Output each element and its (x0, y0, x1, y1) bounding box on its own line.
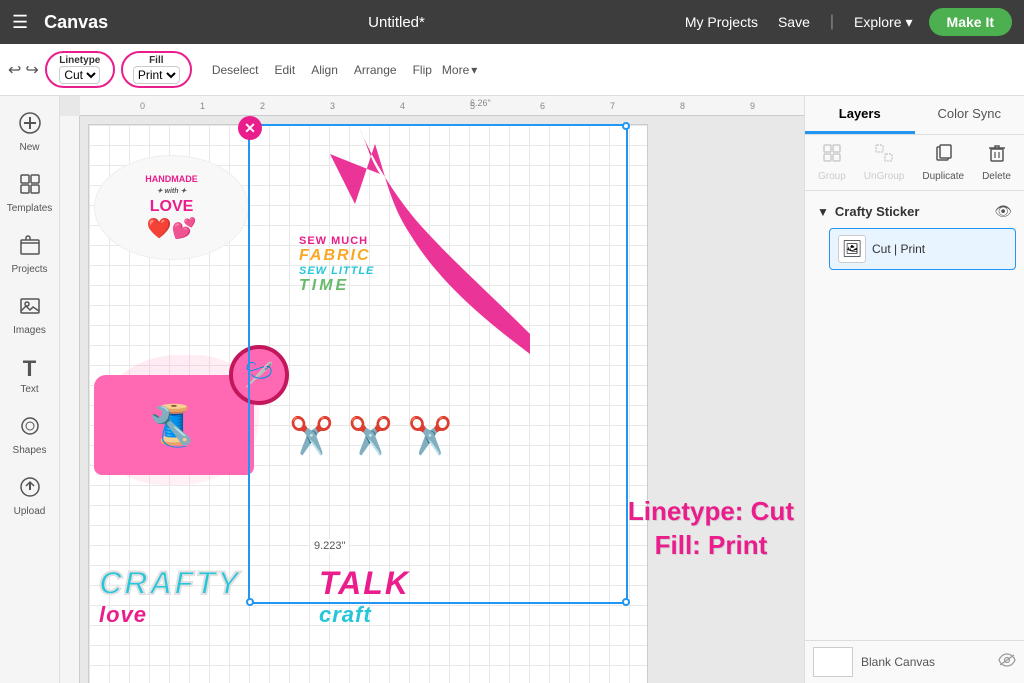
upload-icon (19, 476, 41, 504)
blank-canvas-visibility-icon[interactable] (998, 653, 1016, 672)
arrange-button[interactable]: Arrange (348, 61, 403, 79)
make-it-button[interactable]: Make It (929, 8, 1012, 36)
my-projects-link[interactable]: My Projects (685, 14, 758, 30)
save-link[interactable]: Save (778, 14, 810, 30)
linetype-select[interactable]: Cut (59, 66, 100, 84)
linetype-label: Linetype (59, 55, 100, 66)
sidebar-item-images[interactable]: Images (3, 287, 57, 344)
top-bar: ☰ Canvas Untitled* My Projects Save | Ex… (0, 0, 1024, 44)
dimension-label: 9.223" (310, 539, 349, 553)
sidebar-item-shapes-label: Shapes (13, 445, 47, 456)
sidebar-item-projects[interactable]: Projects (3, 226, 57, 283)
sidebar-item-projects-label: Projects (11, 264, 47, 275)
thread-spool: 🪡 (229, 345, 289, 405)
duplicate-icon (933, 143, 953, 169)
group-label: Group (818, 171, 846, 182)
deselect-button[interactable]: Deselect (206, 61, 265, 79)
fill-label: Fill (149, 55, 163, 66)
align-button[interactable]: Align (305, 61, 344, 79)
sidebar-item-templates[interactable]: Templates (3, 165, 57, 222)
ungroup-icon (874, 143, 894, 169)
tab-layers[interactable]: Layers (805, 96, 915, 134)
shapes-icon (19, 415, 41, 443)
fill-select[interactable]: Print (133, 66, 180, 84)
layer-group-visibility-icon[interactable]: 👁 (994, 203, 1012, 220)
sidebar-item-shapes[interactable]: Shapes (3, 407, 57, 464)
delete-label: Delete (982, 171, 1011, 182)
sidebar-item-new[interactable]: New (3, 104, 57, 161)
annotation-line2: Fill: Print (628, 529, 794, 563)
separator: | (830, 13, 834, 31)
text-icon: T (23, 356, 36, 382)
nav-links: My Projects Save | Explore ▾ (685, 13, 913, 31)
linetype-selector[interactable]: Linetype Cut (45, 51, 115, 88)
left-sidebar: New Templates Projects Images T Text (0, 96, 60, 683)
glue-gun: 🔧 (149, 405, 194, 447)
templates-icon (19, 173, 41, 201)
scissors-group: ✂️ ✂️ ✂️ (289, 415, 452, 457)
images-icon (19, 295, 41, 323)
sidebar-item-new-label: New (19, 142, 39, 153)
ungroup-label: UnGroup (864, 171, 905, 182)
annotation-text: Linetype: Cut Fill: Print (628, 495, 794, 563)
sidebar-item-upload-label: Upload (14, 506, 46, 517)
explore-button[interactable]: Explore ▾ (854, 14, 913, 31)
canvas-area[interactable]: 0 1 2 3 4 5 6 6.26" 7 8 9 HANDMADE✦ with… (60, 96, 804, 683)
layer-group-crafty-sticker[interactable]: ▼ Crafty Sticker 👁 (813, 199, 1016, 224)
flip-button[interactable]: Flip (407, 61, 438, 79)
blank-canvas-label: Blank Canvas (861, 655, 935, 669)
handmade-sticker: HANDMADE✦ with ✦LOVE ❤️💕 (94, 155, 249, 260)
vertical-ruler (60, 116, 80, 683)
bottom-bar: Blank Canvas (805, 640, 1024, 683)
canvas-paper: HANDMADE✦ with ✦LOVE ❤️💕 🧵 🪡 🔧 ✂️ ✂️ ✂️ (88, 124, 648, 683)
sidebar-item-text[interactable]: T Text (3, 348, 57, 403)
fill-selector[interactable]: Fill Print (121, 51, 192, 88)
new-icon (19, 112, 41, 140)
horizontal-ruler: 0 1 2 3 4 5 6 6.26" 7 8 9 (80, 96, 804, 116)
menu-icon[interactable]: ☰ (12, 12, 28, 33)
redo-button[interactable]: ↪ (25, 60, 38, 80)
undo-button[interactable]: ↩ (8, 60, 21, 80)
projects-icon (19, 234, 41, 262)
right-panel: Layers Color Sync Group UnGroup (804, 96, 1024, 683)
duplicate-button[interactable]: Duplicate (922, 143, 964, 182)
layer-item-cut-print[interactable]: 🖼 Cut | Print (829, 228, 1016, 270)
layer-actions: Group UnGroup Duplicate Delete (805, 135, 1024, 191)
sidebar-item-text-label: Text (20, 384, 38, 395)
more-button[interactable]: More ▾ (442, 63, 477, 77)
delete-x-button[interactable]: ✕ (238, 116, 262, 140)
group-icon (822, 143, 842, 169)
blank-canvas-thumb (813, 647, 853, 677)
layer-item-name: Cut | Print (872, 242, 1007, 256)
delete-button[interactable]: Delete (982, 143, 1011, 182)
talk-text: TALK craft (319, 565, 410, 628)
tab-color-sync[interactable]: Color Sync (915, 96, 1024, 134)
doc-title[interactable]: Untitled* (124, 14, 669, 31)
undo-redo-group: ↩ ↪ (8, 60, 39, 80)
main-area: New Templates Projects Images T Text (0, 96, 1024, 683)
edit-actions: Deselect Edit Align Arrange Flip More ▾ (206, 61, 477, 79)
right-panel-tabs: Layers Color Sync (805, 96, 1024, 135)
sidebar-item-images-label: Images (13, 325, 46, 336)
group-expand-icon: ▼ (817, 205, 829, 219)
annotation-line1: Linetype: Cut (628, 495, 794, 529)
sidebar-item-upload[interactable]: Upload (3, 468, 57, 525)
delete-icon (987, 143, 1007, 169)
ungroup-button[interactable]: UnGroup (864, 143, 905, 182)
app-title: Canvas (44, 12, 108, 33)
sidebar-item-templates-label: Templates (7, 203, 53, 214)
sew-text-sticker: SEW MUCH FABRIC SEW LITTLE TIME (299, 235, 479, 295)
group-button[interactable]: Group (818, 143, 846, 182)
sub-toolbar: ↩ ↪ Linetype Cut Fill Print Deselect Edi… (0, 44, 1024, 96)
crafty-text: CRAFTY love (99, 565, 241, 628)
edit-button[interactable]: Edit (269, 61, 302, 79)
layers-content: ▼ Crafty Sticker 👁 🖼 Cut | Print (805, 191, 1024, 640)
layer-thumb: 🖼 (838, 235, 866, 263)
layer-group-name: Crafty Sticker (835, 204, 988, 219)
duplicate-label: Duplicate (922, 171, 964, 182)
